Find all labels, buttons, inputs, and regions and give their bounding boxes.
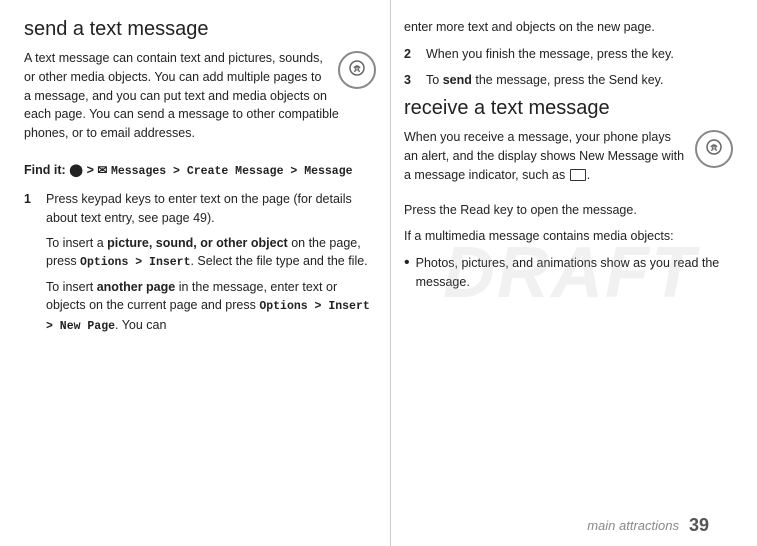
find-it: Find it: ⬤ > ✉ Messages > Create Message… bbox=[24, 161, 376, 180]
bullet-list: • Photos, pictures, and animations show … bbox=[404, 254, 733, 292]
step-2-num: 2 bbox=[404, 45, 418, 64]
step-3-text: To send the message, press the Send key. bbox=[426, 71, 663, 90]
continue-text: enter more text and objects on the new p… bbox=[404, 18, 733, 37]
left-steps: 1 Press keypad keys to enter text on the… bbox=[24, 190, 376, 341]
step-3-num: 3 bbox=[404, 71, 418, 90]
send-message-icon: A bbox=[338, 51, 376, 89]
left-section-title: send a text message bbox=[24, 18, 376, 41]
receive-intro: When you receive a message, your phone p… bbox=[404, 128, 733, 184]
step-3: 3 To send the message, press the Send ke… bbox=[404, 71, 733, 90]
step-1-content: Press keypad keys to enter text on the p… bbox=[46, 190, 376, 341]
footer-page-num: 39 bbox=[689, 515, 709, 536]
right-section-title: receive a text message bbox=[404, 97, 733, 120]
step-2-text: When you finish the message, press the k… bbox=[426, 45, 674, 64]
step-2: 2 When you finish the message, press the… bbox=[404, 45, 733, 64]
bullet-dot: • bbox=[404, 254, 410, 292]
step-1: 1 Press keypad keys to enter text on the… bbox=[24, 190, 376, 341]
press-read-text: Press the Read key to open the message. bbox=[404, 201, 733, 220]
step-1-num: 1 bbox=[24, 190, 38, 341]
bullet-item-1: • Photos, pictures, and animations show … bbox=[404, 254, 733, 292]
step-1-p2: To insert a picture, sound, or other obj… bbox=[46, 234, 376, 272]
footer: main attractions 39 bbox=[0, 515, 733, 536]
right-column: enter more text and objects on the new p… bbox=[394, 18, 733, 528]
svg-text:A: A bbox=[354, 64, 361, 74]
column-divider bbox=[390, 0, 391, 546]
step-1-p1: Press keypad keys to enter text on the p… bbox=[46, 190, 376, 228]
footer-label: main attractions bbox=[587, 518, 679, 533]
step-1-p3: To insert another page in the message, e… bbox=[46, 278, 376, 335]
receive-message-icon: A bbox=[695, 130, 733, 168]
message-indicator-icon bbox=[570, 169, 586, 181]
find-it-label: Find it: bbox=[24, 163, 69, 177]
page-container: send a text message A A text message can… bbox=[0, 0, 757, 546]
left-column: send a text message A A text message can… bbox=[24, 18, 394, 528]
multimedia-text: If a multimedia message contains media o… bbox=[404, 227, 733, 246]
bullet-text-1: Photos, pictures, and animations show as… bbox=[416, 254, 733, 292]
svg-text:A: A bbox=[711, 143, 718, 153]
right-steps: 2 When you finish the message, press the… bbox=[404, 45, 733, 90]
left-intro-text: A text message can contain text and pict… bbox=[24, 49, 376, 143]
